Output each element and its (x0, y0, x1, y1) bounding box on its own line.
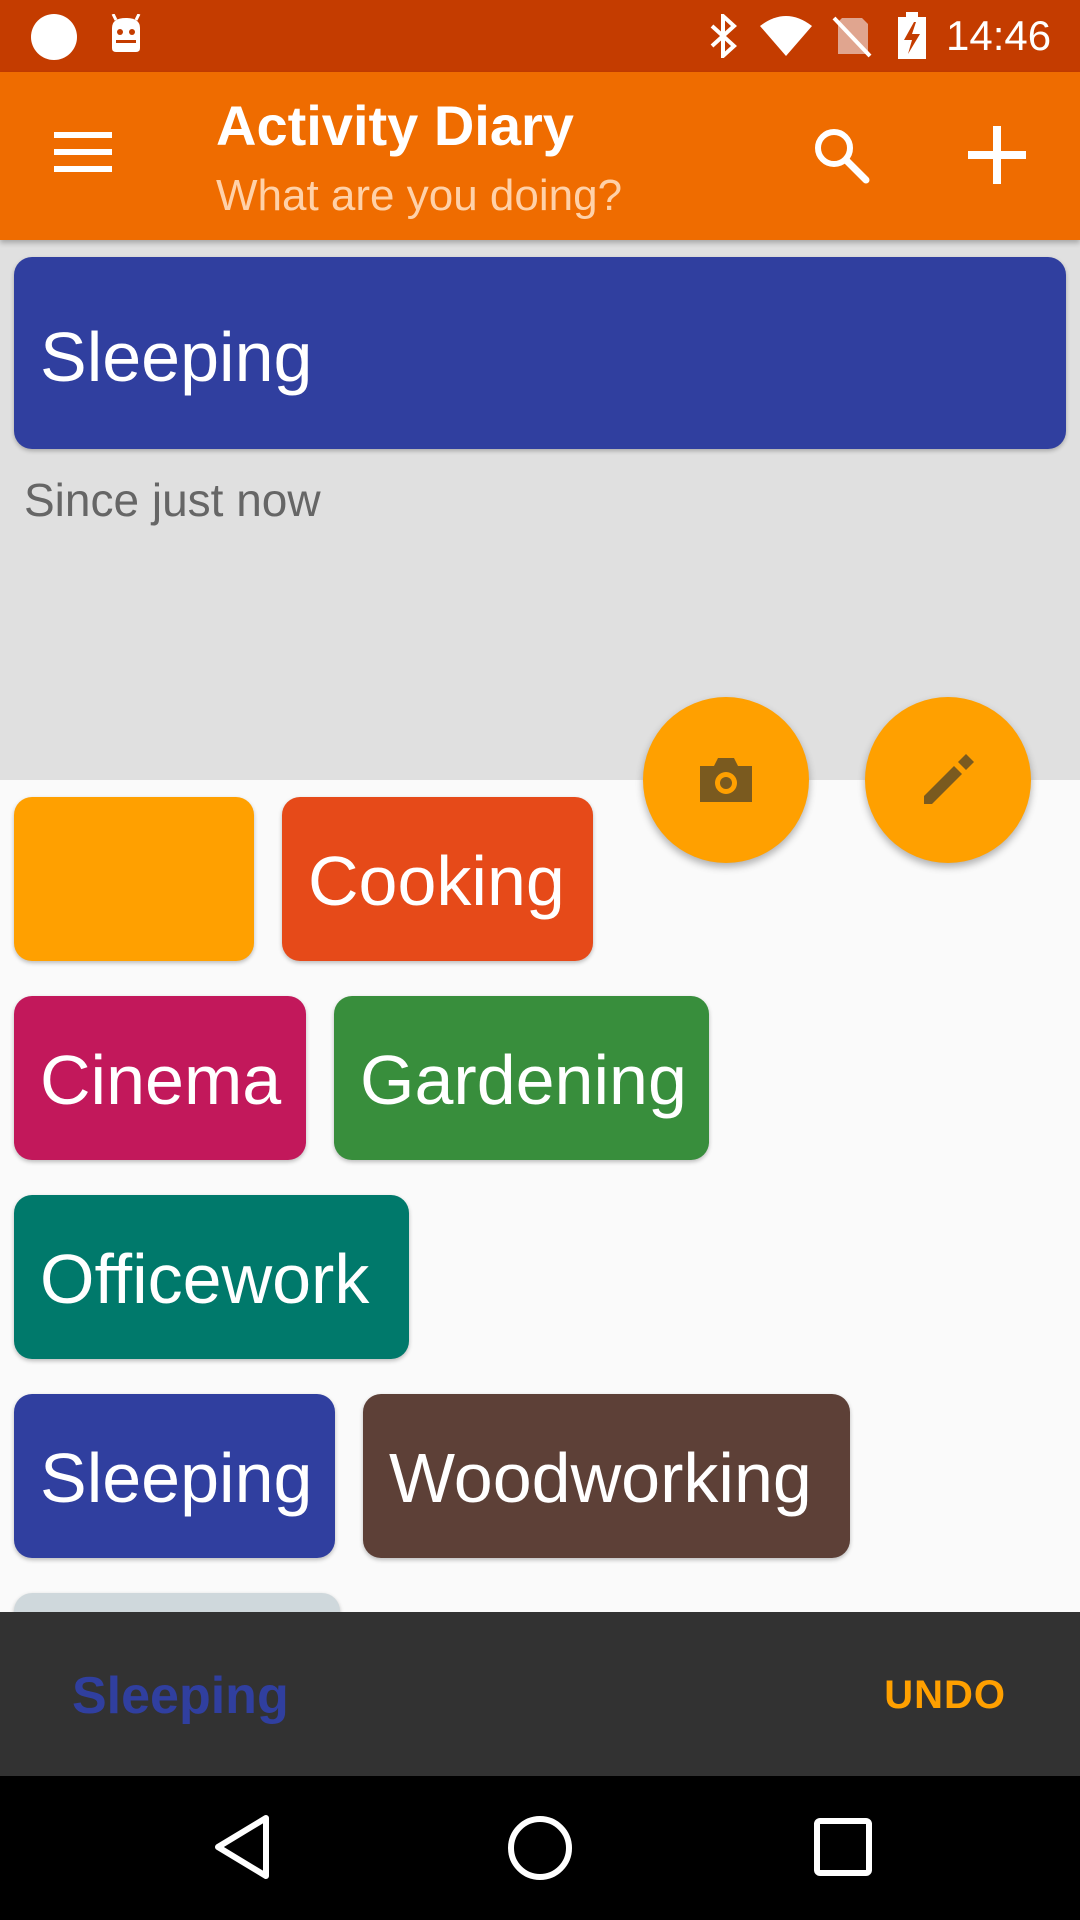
app-title: Activity Diary (216, 94, 574, 157)
search-icon[interactable] (810, 124, 872, 186)
activity-label: Officework (40, 1240, 370, 1318)
current-activity-since: Since just now (24, 474, 321, 526)
activity-tile-woodworking[interactable]: Woodworking (363, 1394, 850, 1558)
no-sim-icon (832, 16, 872, 58)
battery-charging-icon (898, 12, 926, 59)
activity-tile-officework[interactable]: Officework (14, 1195, 409, 1359)
snackbar-message: Sleeping (72, 1667, 289, 1725)
current-activity-panel: Sleeping Since just now (0, 240, 1080, 780)
current-activity-name: Sleeping (40, 318, 313, 396)
menu-icon[interactable] (54, 130, 112, 174)
camera-fab[interactable] (643, 697, 809, 863)
app-bar: Activity Diary What are you doing? (0, 72, 1080, 240)
current-activity-card[interactable]: Sleeping (14, 257, 1066, 449)
activity-tile[interactable] (14, 797, 254, 961)
navigation-bar (0, 1776, 1080, 1920)
recents-icon[interactable] (808, 1812, 878, 1882)
notification-dot-icon (31, 14, 77, 60)
home-icon[interactable] (504, 1812, 576, 1884)
activity-label: Cinema (40, 1041, 282, 1119)
activity-label: Woodworking (389, 1439, 812, 1517)
add-icon[interactable] (966, 124, 1028, 186)
activity-label: Gardening (360, 1041, 687, 1119)
status-bar: 14:46 (0, 0, 1080, 72)
android-icon (111, 14, 141, 52)
activity-tile-gardening[interactable]: Gardening (334, 996, 709, 1160)
wifi-icon (760, 16, 812, 56)
bluetooth-icon (710, 14, 737, 58)
edit-fab[interactable] (865, 697, 1031, 863)
activity-tile-cooking[interactable]: Cooking (282, 797, 593, 961)
edit-icon (924, 754, 974, 804)
activity-label: Sleeping (40, 1439, 313, 1517)
back-icon[interactable] (210, 1812, 280, 1882)
camera-icon (700, 758, 752, 802)
activity-tile-cinema[interactable]: Cinema (14, 996, 306, 1160)
activity-diary-screen: 14:46 Activity Diary What are you doing?… (0, 0, 1080, 1920)
status-time: 14:46 (946, 12, 1052, 59)
snackbar: Sleeping UNDO (0, 1612, 1080, 1776)
app-subtitle: What are you doing? (216, 171, 623, 220)
activity-label: Cooking (308, 842, 565, 920)
undo-button[interactable]: UNDO (884, 1670, 1006, 1720)
activity-tile-sleeping[interactable]: Sleeping (14, 1394, 335, 1558)
